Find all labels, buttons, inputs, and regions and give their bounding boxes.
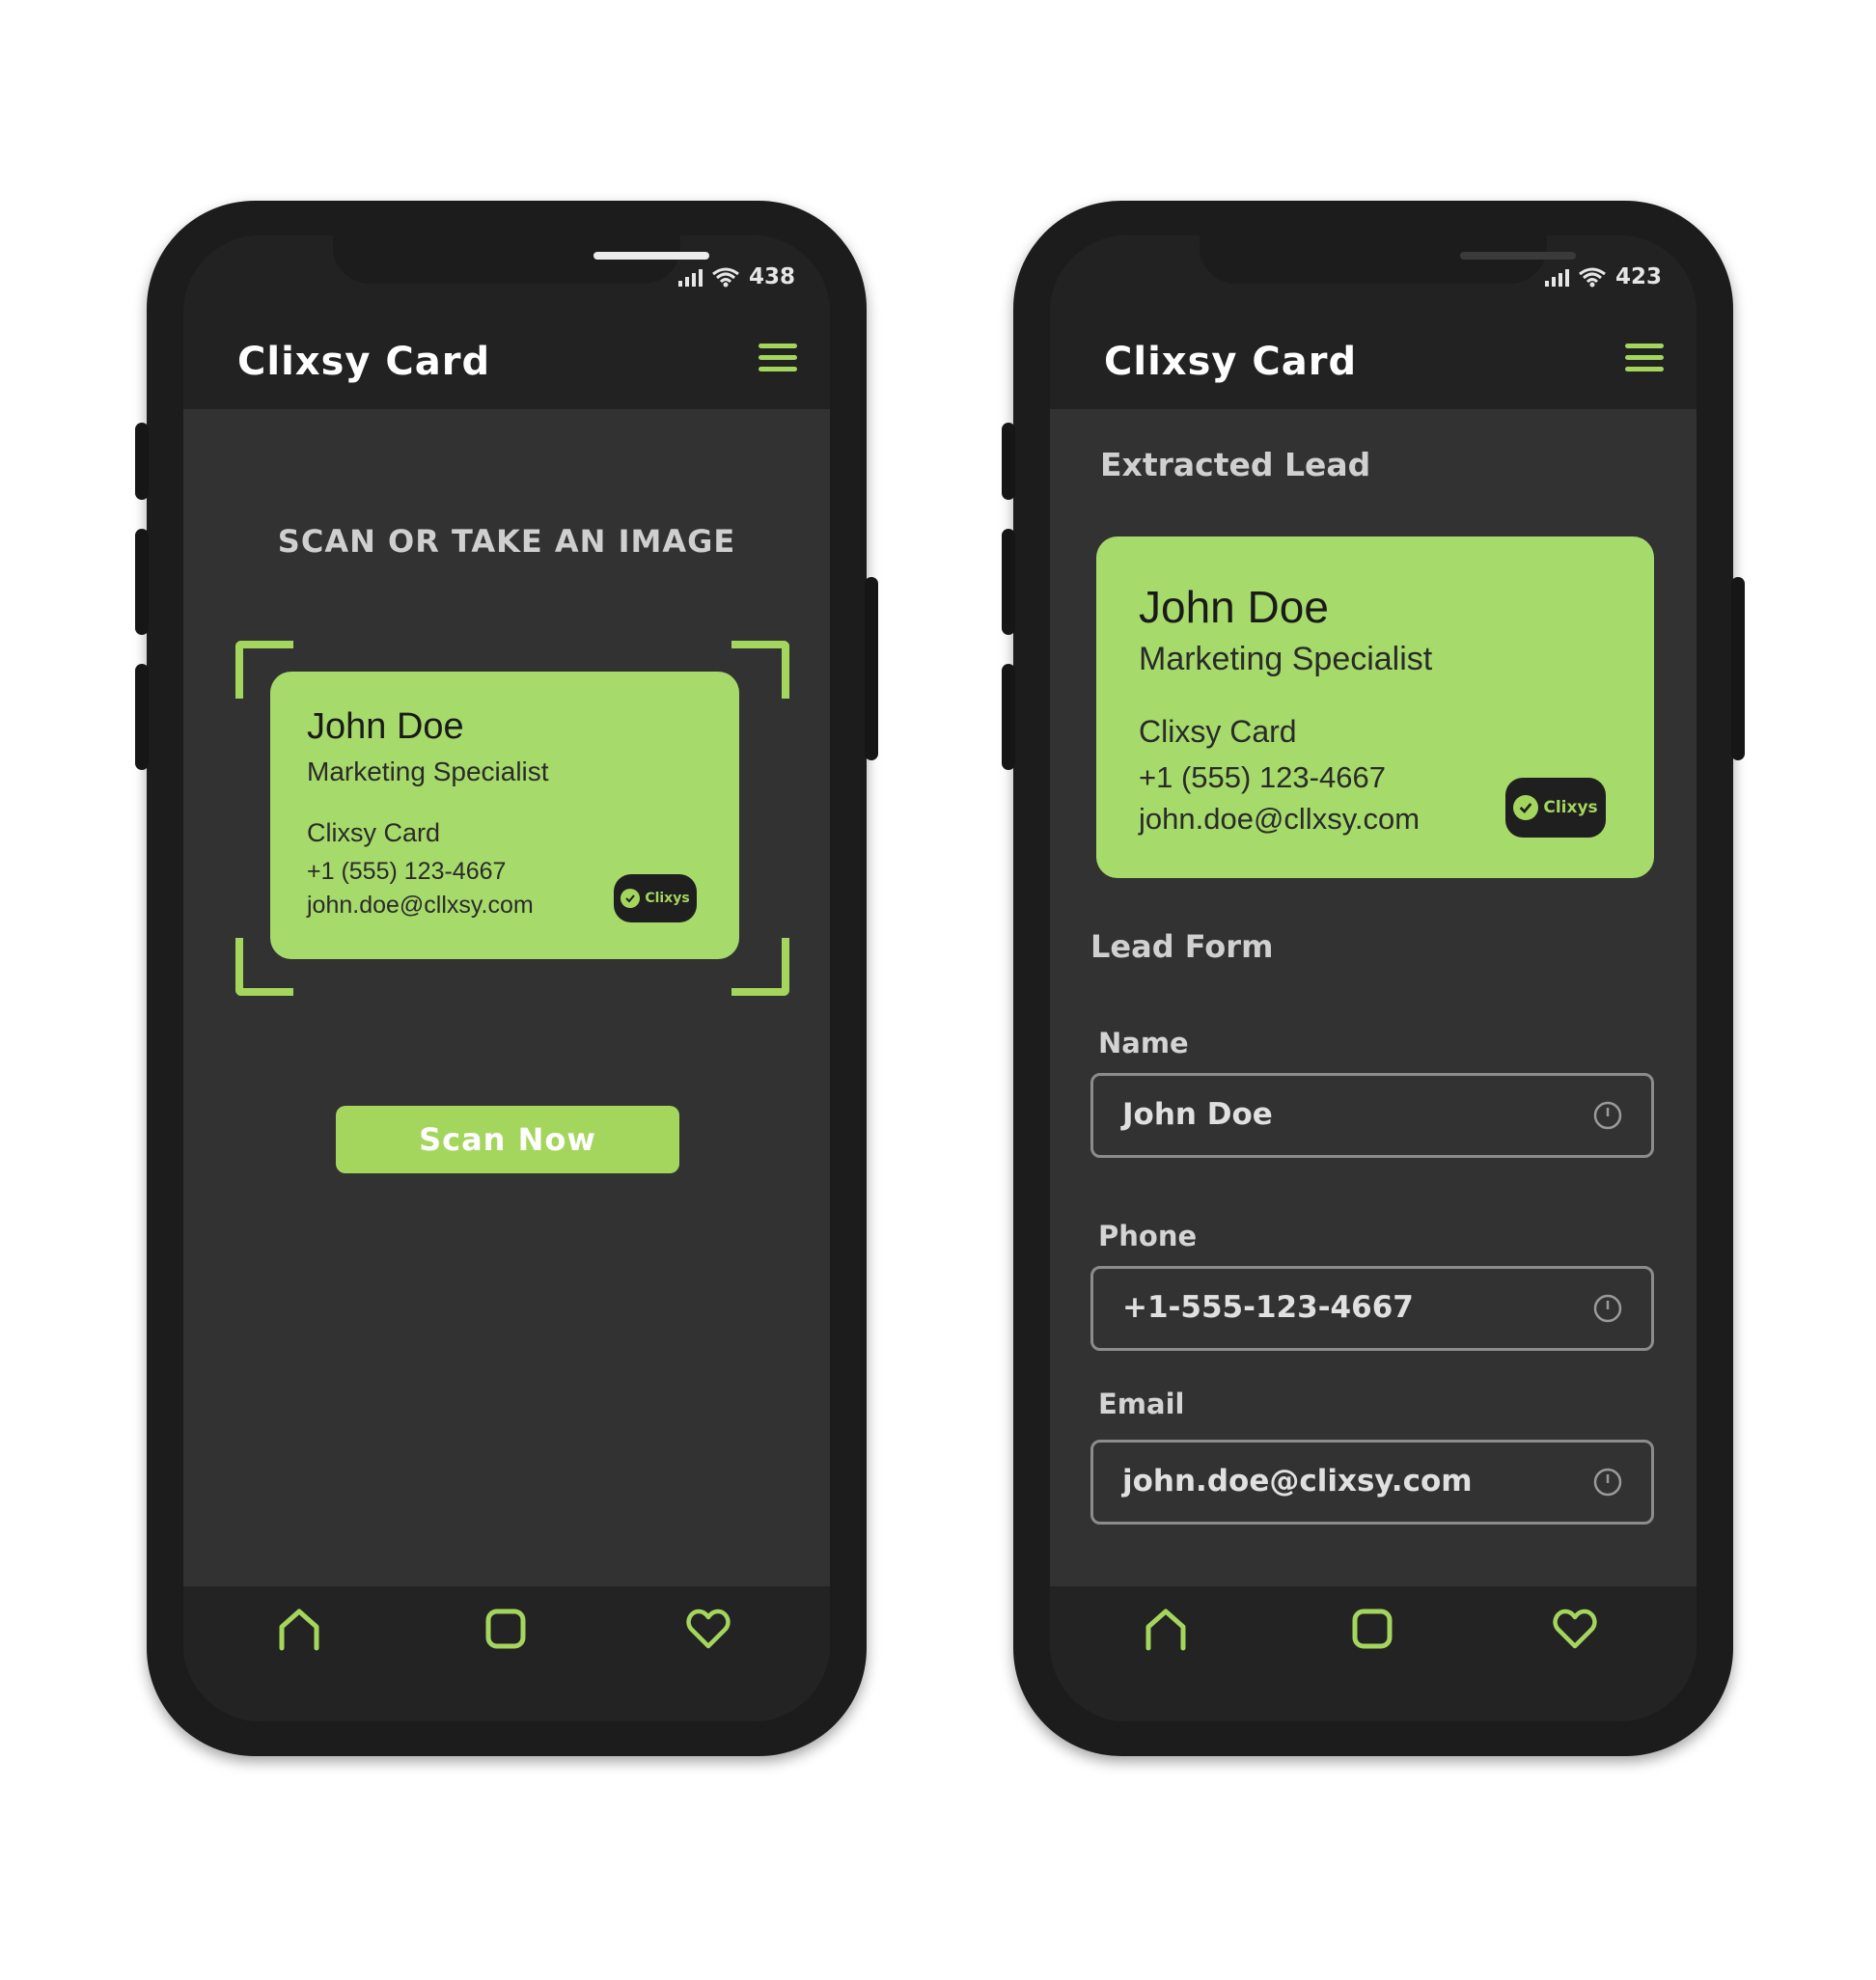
bottom-nav (1050, 1586, 1697, 1721)
volume-up-button (135, 529, 149, 635)
phone-frame-scan: 438 Clixsy Card SCAN OR TAKE AN IMAGE Jo… (135, 201, 878, 1756)
home-icon[interactable] (276, 1606, 322, 1652)
square-icon[interactable] (483, 1606, 529, 1652)
app-logo[interactable]: Clixsy Card (237, 340, 490, 384)
power-button (1731, 577, 1745, 760)
scan-now-button[interactable]: Scan Now (336, 1106, 679, 1173)
notch (1200, 235, 1576, 284)
wifi-icon (712, 267, 739, 288)
email-label: Email (1098, 1388, 1185, 1420)
card-logo-badge: Clixys (614, 874, 697, 922)
card-phone: +1 (555) 123-4667 (307, 858, 507, 885)
battery-level: 423 (1614, 264, 1662, 289)
volume-down-button (135, 664, 149, 770)
wifi-icon (1579, 267, 1606, 288)
card-company: Clixsy Card (307, 818, 441, 847)
bottom-nav (183, 1586, 830, 1721)
card-email: john.doe@cllxsy.com (307, 892, 534, 919)
card-title: Marketing Specialist (307, 756, 549, 786)
name-value: John Doe (1122, 1097, 1273, 1132)
check-icon (1513, 795, 1539, 820)
card-phone: +1 (555) 123-4667 (1139, 760, 1386, 794)
name-label: Name (1098, 1027, 1189, 1059)
business-card-preview[interactable]: John Doe Marketing Specialist Clixsy Car… (270, 672, 739, 959)
card-badge-label: Clixys (1543, 798, 1598, 817)
phone-value: +1-555-123-4667 (1122, 1290, 1414, 1325)
speaker (593, 252, 709, 260)
square-icon[interactable] (1349, 1606, 1395, 1652)
lead-form-title: Lead Form (1090, 928, 1274, 965)
notch (333, 235, 709, 284)
heart-icon[interactable] (1552, 1606, 1598, 1652)
card-name: John Doe (1139, 582, 1329, 632)
app-header: 423 Clixsy Card (1050, 235, 1697, 409)
clock-icon[interactable] (1593, 1468, 1622, 1497)
status-bar: 423 (1544, 264, 1662, 289)
viewfinder-corner-bottom-right (731, 938, 789, 996)
volume-down-button (1002, 664, 1015, 770)
card-badge-label: Clixys (645, 891, 690, 906)
card-logo-badge: Clixys (1505, 778, 1606, 838)
battery-level: 438 (748, 264, 795, 289)
hamburger-menu-icon[interactable] (759, 344, 797, 374)
email-value: john.doe@clixsy.com (1122, 1464, 1473, 1499)
signal-icon (677, 267, 703, 287)
heart-icon[interactable] (685, 1606, 731, 1652)
viewfinder-corner-top-right (731, 641, 789, 699)
app-logo[interactable]: Clixsy Card (1104, 340, 1357, 384)
extracted-lead-title: Extracted Lead (1100, 446, 1371, 483)
check-icon (621, 889, 641, 908)
clock-icon[interactable] (1593, 1294, 1622, 1323)
scan-screen: 438 Clixsy Card SCAN OR TAKE AN IMAGE Jo… (183, 235, 830, 1721)
speaker (1460, 252, 1576, 260)
app-header: 438 Clixsy Card (183, 235, 830, 409)
power-button (865, 577, 878, 760)
signal-icon (1544, 267, 1569, 287)
home-icon[interactable] (1143, 1606, 1189, 1652)
lead-screen: 423 Clixsy Card Extracted Lead John Doe … (1050, 235, 1697, 1721)
email-field[interactable]: john.doe@clixsy.com (1090, 1440, 1654, 1525)
card-name: John Doe (307, 706, 464, 747)
phone-label: Phone (1098, 1220, 1198, 1252)
volume-up-button (1002, 529, 1015, 635)
scan-title: SCAN OR TAKE AN IMAGE (277, 523, 736, 560)
card-email: john.doe@cllxsy.com (1139, 802, 1421, 836)
mute-switch (1002, 423, 1015, 500)
clock-icon[interactable] (1593, 1101, 1622, 1130)
extracted-business-card[interactable]: John Doe Marketing Specialist Clixsy Car… (1096, 536, 1654, 878)
phone-field[interactable]: +1-555-123-4667 (1090, 1266, 1654, 1351)
card-company: Clixsy Card (1139, 714, 1297, 749)
card-title: Marketing Specialist (1139, 641, 1433, 677)
phone-frame-lead: 423 Clixsy Card Extracted Lead John Doe … (1002, 201, 1745, 1756)
name-field[interactable]: John Doe (1090, 1073, 1654, 1158)
mute-switch (135, 423, 149, 500)
hamburger-menu-icon[interactable] (1625, 344, 1664, 374)
status-bar: 438 (677, 264, 795, 289)
